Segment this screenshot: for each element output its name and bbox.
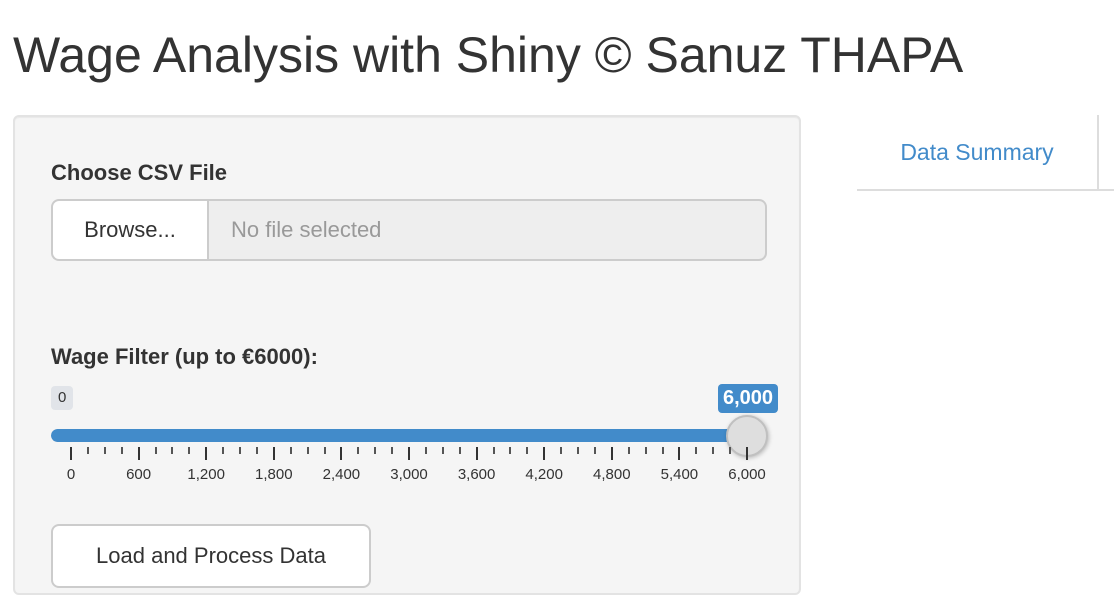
slider-major-tick: [70, 447, 72, 460]
slider-handle[interactable]: [726, 415, 768, 457]
slider-minor-tick: [712, 447, 715, 454]
slider-min-badge: 0: [51, 386, 74, 410]
slider-minor-tick: [424, 447, 427, 454]
slider-major-tick: [137, 447, 140, 460]
slider-minor-tick: [391, 447, 394, 454]
slider-major-tick: [543, 447, 546, 460]
slider-minor-tick: [188, 447, 191, 454]
slider-tick-label: 1,200: [187, 466, 225, 483]
slider-minor-tick: [86, 447, 89, 454]
slider-tick-label: 2,400: [322, 466, 361, 483]
slider-tick-label: 3,600: [457, 466, 496, 483]
tab-data-summary[interactable]: Data Summary: [857, 115, 1097, 189]
file-name-field: No file selected: [207, 199, 767, 261]
slider-tick-label: 0: [66, 466, 76, 483]
slider-minor-tick: [171, 447, 174, 454]
slider-minor-tick: [306, 447, 309, 454]
slider-minor-tick: [526, 447, 529, 454]
slider-major-tick: [408, 447, 410, 460]
tab-bottom-border: [857, 189, 1114, 191]
slider-major-tick: [610, 447, 613, 460]
load-process-button[interactable]: Load and Process Data: [51, 524, 371, 588]
tab-divider: [1097, 115, 1099, 191]
slider-minor-tick: [120, 447, 123, 454]
slider-minor-tick: [458, 447, 461, 454]
slider-minor-tick: [154, 447, 157, 454]
slider-minor-tick: [644, 447, 647, 454]
sidebar-panel: Choose CSV File Browse... No file select…: [13, 115, 801, 595]
slider-minor-tick: [441, 447, 444, 454]
page-title: Wage Analysis with Shiny © Sanuz THAPA: [13, 27, 964, 83]
slider-tick-label: 1,800: [255, 466, 293, 483]
slider-minor-tick: [627, 447, 630, 454]
slider-major-tick: [272, 447, 275, 460]
slider-tick-label: 6,000: [728, 466, 766, 483]
slider-value-badge: 6,000: [718, 384, 779, 413]
slider-track[interactable]: [51, 429, 747, 442]
slider-major-tick: [205, 447, 208, 460]
slider-minor-tick: [289, 447, 292, 454]
slider-minor-tick: [593, 447, 596, 454]
slider-tick-label: 600: [126, 466, 152, 483]
slider-fill: [51, 429, 747, 442]
slider-tick-label: 5,400: [660, 466, 699, 483]
slider-major-tick: [475, 447, 478, 460]
slider-tick-label: 4,800: [593, 466, 631, 483]
slider-minor-tick: [695, 447, 698, 454]
slider-minor-tick: [323, 447, 326, 454]
slider-minor-tick: [560, 447, 563, 454]
slider-major-tick: [678, 447, 681, 460]
slider-minor-tick: [661, 447, 664, 454]
file-input-label: Choose CSV File: [51, 160, 228, 185]
slider-tick-label: 3,000: [390, 466, 428, 483]
slider-tick-label: 4,200: [525, 466, 563, 483]
tab-bar: Data Summary: [857, 115, 1114, 191]
slider-minor-tick: [255, 447, 258, 454]
slider-minor-tick: [577, 447, 579, 454]
slider-minor-tick: [222, 447, 225, 454]
browse-button[interactable]: Browse...: [51, 199, 207, 261]
slider-minor-tick: [103, 447, 106, 454]
slider-minor-tick: [357, 447, 360, 454]
file-input[interactable]: Browse... No file selected: [51, 199, 767, 261]
slider-minor-tick: [492, 447, 495, 454]
slider-major-tick: [340, 447, 343, 460]
slider-minor-tick: [374, 447, 377, 454]
wage-filter-label: Wage Filter (up to €6000):: [51, 344, 318, 369]
slider-minor-tick: [509, 447, 512, 454]
slider-minor-tick: [239, 447, 241, 454]
